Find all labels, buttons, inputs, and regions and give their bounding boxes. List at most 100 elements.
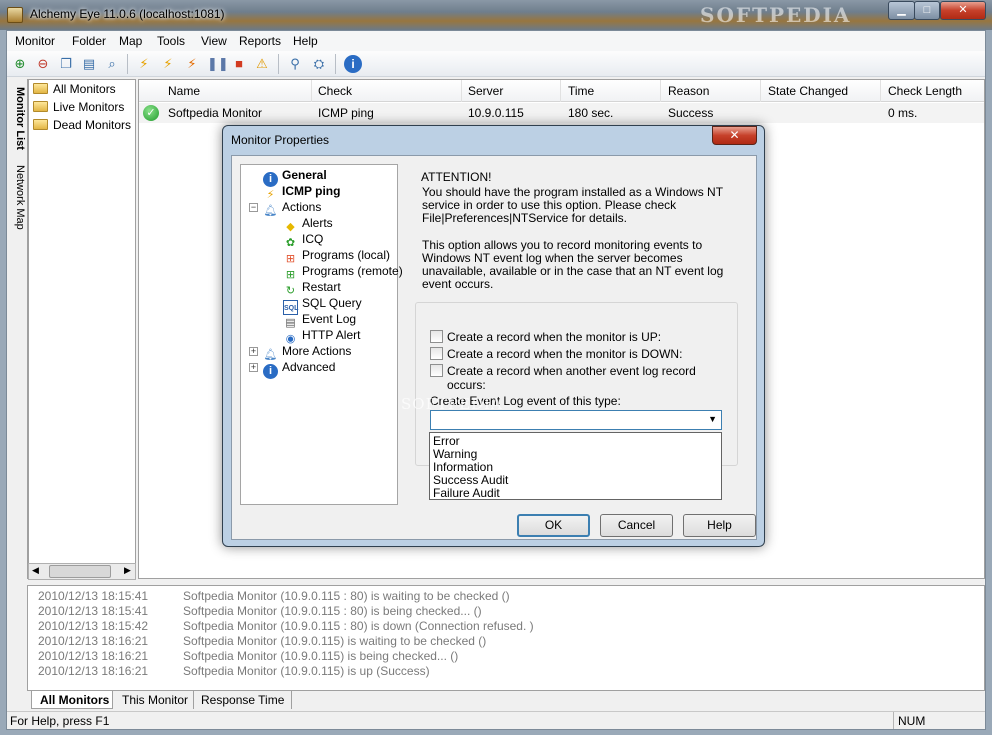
checkbox-record-other[interactable] (430, 364, 443, 377)
ptree-more-actions[interactable]: 🔔︎ More Actions (263, 344, 352, 361)
ptree-restart[interactable]: ↻ Restart (283, 280, 341, 297)
col-check-length[interactable]: Check Length (888, 84, 962, 98)
option-error[interactable]: Error (433, 434, 460, 448)
ptree-advanced[interactable]: i Advanced (263, 360, 335, 379)
ptree-programs-local[interactable]: ⊞ Programs (local) (283, 248, 390, 265)
tab-this-monitor[interactable]: This Monitor (116, 691, 194, 709)
lightning-stop-icon[interactable]: ⚡ (183, 55, 201, 73)
menu-reports[interactable]: Reports (239, 34, 281, 48)
option-warning[interactable]: Warning (433, 447, 477, 461)
log-message: Softpedia Monitor (10.9.0.115 : 80) is b… (183, 604, 482, 618)
menu-tools[interactable]: Tools (157, 34, 185, 48)
network-icon[interactable]: ⛭ (310, 55, 328, 73)
ptree-event-log[interactable]: ▤ Event Log (283, 312, 356, 329)
cell-server: 10.9.0.115 (468, 106, 524, 120)
close-button[interactable]: ✕ (940, 1, 986, 20)
ptree-programs-remote[interactable]: ⊞ Programs (remote) (283, 264, 403, 281)
col-separator[interactable] (311, 80, 312, 102)
lightning-icon[interactable]: ⚡ (135, 55, 153, 73)
log-time: 2010/12/13 18:15:41 (38, 604, 149, 618)
expand-toggle[interactable]: + (249, 363, 258, 372)
col-separator[interactable] (660, 80, 661, 102)
info-icon[interactable]: i (344, 55, 362, 73)
attention-paragraph-1: You should have the program installed as… (422, 185, 723, 225)
expand-toggle[interactable]: + (249, 347, 258, 356)
add-monitor-icon[interactable]: ⊕ (11, 55, 29, 73)
checkbox-record-up-label: Create a record when the monitor is UP: (447, 330, 662, 344)
menu-folder[interactable]: Folder (72, 34, 106, 48)
col-check[interactable]: Check (318, 84, 352, 98)
event-log-panel: 2010/12/13 18:15:41 Softpedia Monitor (1… (27, 585, 985, 691)
tree-horizontal-scrollbar[interactable]: ◀ ▶ (28, 563, 136, 580)
cancel-button[interactable]: Cancel (600, 514, 673, 537)
ptree-general[interactable]: i General (263, 168, 327, 187)
tree-item-dead-monitors[interactable]: Dead Monitors (33, 118, 131, 136)
checkbox-record-up[interactable] (430, 330, 443, 343)
warning-icon[interactable]: ⚠ (253, 55, 271, 73)
status-help-text: For Help, press F1 (10, 714, 110, 728)
col-name[interactable]: Name (168, 84, 200, 98)
log-message: Softpedia Monitor (10.9.0.115 : 80) is w… (183, 589, 510, 603)
option-information[interactable]: Information (433, 460, 493, 474)
log-message: Softpedia Monitor (10.9.0.115) is up (Su… (183, 664, 430, 678)
ok-button[interactable]: OK (517, 514, 590, 537)
copy-monitor-icon[interactable]: ❐ (57, 55, 75, 73)
collapse-toggle[interactable]: − (249, 203, 258, 212)
tab-network-map[interactable]: Network Map (11, 165, 26, 230)
lightning-all-icon[interactable]: ⚡ (159, 55, 177, 73)
dialog-close-button[interactable]: ✕ (712, 126, 757, 145)
option-failure-audit[interactable]: Failure Audit (433, 486, 500, 500)
menu-help[interactable]: Help (293, 34, 318, 48)
maximize-button[interactable]: □ (914, 1, 940, 20)
ptree-sql-query[interactable]: SQL SQL Query (283, 296, 362, 315)
col-time[interactable]: Time (568, 84, 594, 98)
col-state-changed[interactable]: State Changed (768, 84, 848, 98)
log-message: Softpedia Monitor (10.9.0.115 : 80) is d… (183, 619, 534, 633)
menu-view[interactable]: View (201, 34, 227, 48)
col-separator[interactable] (880, 80, 881, 102)
scroll-right-icon[interactable]: ▶ (124, 565, 131, 576)
log-time: 2010/12/13 18:15:42 (38, 619, 149, 633)
event-type-dropdown: Error Warning Information Success Audit … (429, 432, 722, 500)
app-icon[interactable] (7, 7, 23, 23)
tab-all-monitors[interactable]: All Monitors (31, 691, 113, 709)
event-type-select[interactable]: ▼ (430, 410, 722, 430)
table-row[interactable]: ✓ Softpedia Monitor ICMP ping 10.9.0.115… (139, 103, 984, 123)
tree-item-all-monitors[interactable]: All Monitors (33, 82, 116, 100)
find-icon[interactable]: ⌕ (103, 55, 121, 73)
menu-map[interactable]: Map (119, 34, 142, 48)
ptree-http-alert[interactable]: ◉ HTTP Alert (283, 328, 361, 345)
scroll-left-icon[interactable]: ◀ (32, 565, 39, 576)
remove-monitor-icon[interactable]: ⊖ (34, 55, 52, 73)
menu-monitor[interactable]: Monitor (15, 34, 55, 48)
connect-icon[interactable]: ⚲ (286, 55, 304, 73)
col-separator[interactable] (760, 80, 761, 102)
folder-icon (33, 83, 48, 94)
help-button[interactable]: Help (683, 514, 756, 537)
col-reason[interactable]: Reason (668, 84, 709, 98)
col-separator[interactable] (461, 80, 462, 102)
checkbox-record-down[interactable] (430, 347, 443, 360)
scroll-thumb[interactable] (49, 565, 111, 578)
ptree-icq[interactable]: ✿ ICQ (283, 232, 323, 249)
properties-icon[interactable]: ▤ (80, 55, 98, 73)
tab-monitor-list[interactable]: Monitor List (11, 87, 26, 150)
tree-item-live-monitors[interactable]: Live Monitors (33, 100, 124, 118)
info-icon: i (263, 364, 278, 379)
col-separator[interactable] (560, 80, 561, 102)
status-ok-icon: ✓ (143, 105, 159, 121)
chevron-down-icon[interactable]: ▼ (708, 414, 717, 424)
tab-response-time[interactable]: Response Time (197, 691, 292, 709)
option-success-audit[interactable]: Success Audit (433, 473, 508, 487)
ptree-alerts[interactable]: ◆ Alerts (283, 216, 332, 233)
watermark: SOFTPEDIA (401, 395, 503, 413)
col-server[interactable]: Server (468, 84, 503, 98)
stop-icon[interactable]: ■ (230, 55, 248, 73)
status-num: NUM (898, 714, 926, 728)
folder-icon (33, 101, 48, 112)
ptree-icmp-ping[interactable]: ⚡ ICMP ping (263, 184, 341, 201)
ptree-actions[interactable]: 🔔︎ Actions (263, 200, 322, 217)
cell-reason: Success (668, 106, 714, 120)
pause-icon[interactable]: ❚❚ (207, 55, 229, 73)
minimize-button[interactable]: ▁ (888, 1, 915, 20)
